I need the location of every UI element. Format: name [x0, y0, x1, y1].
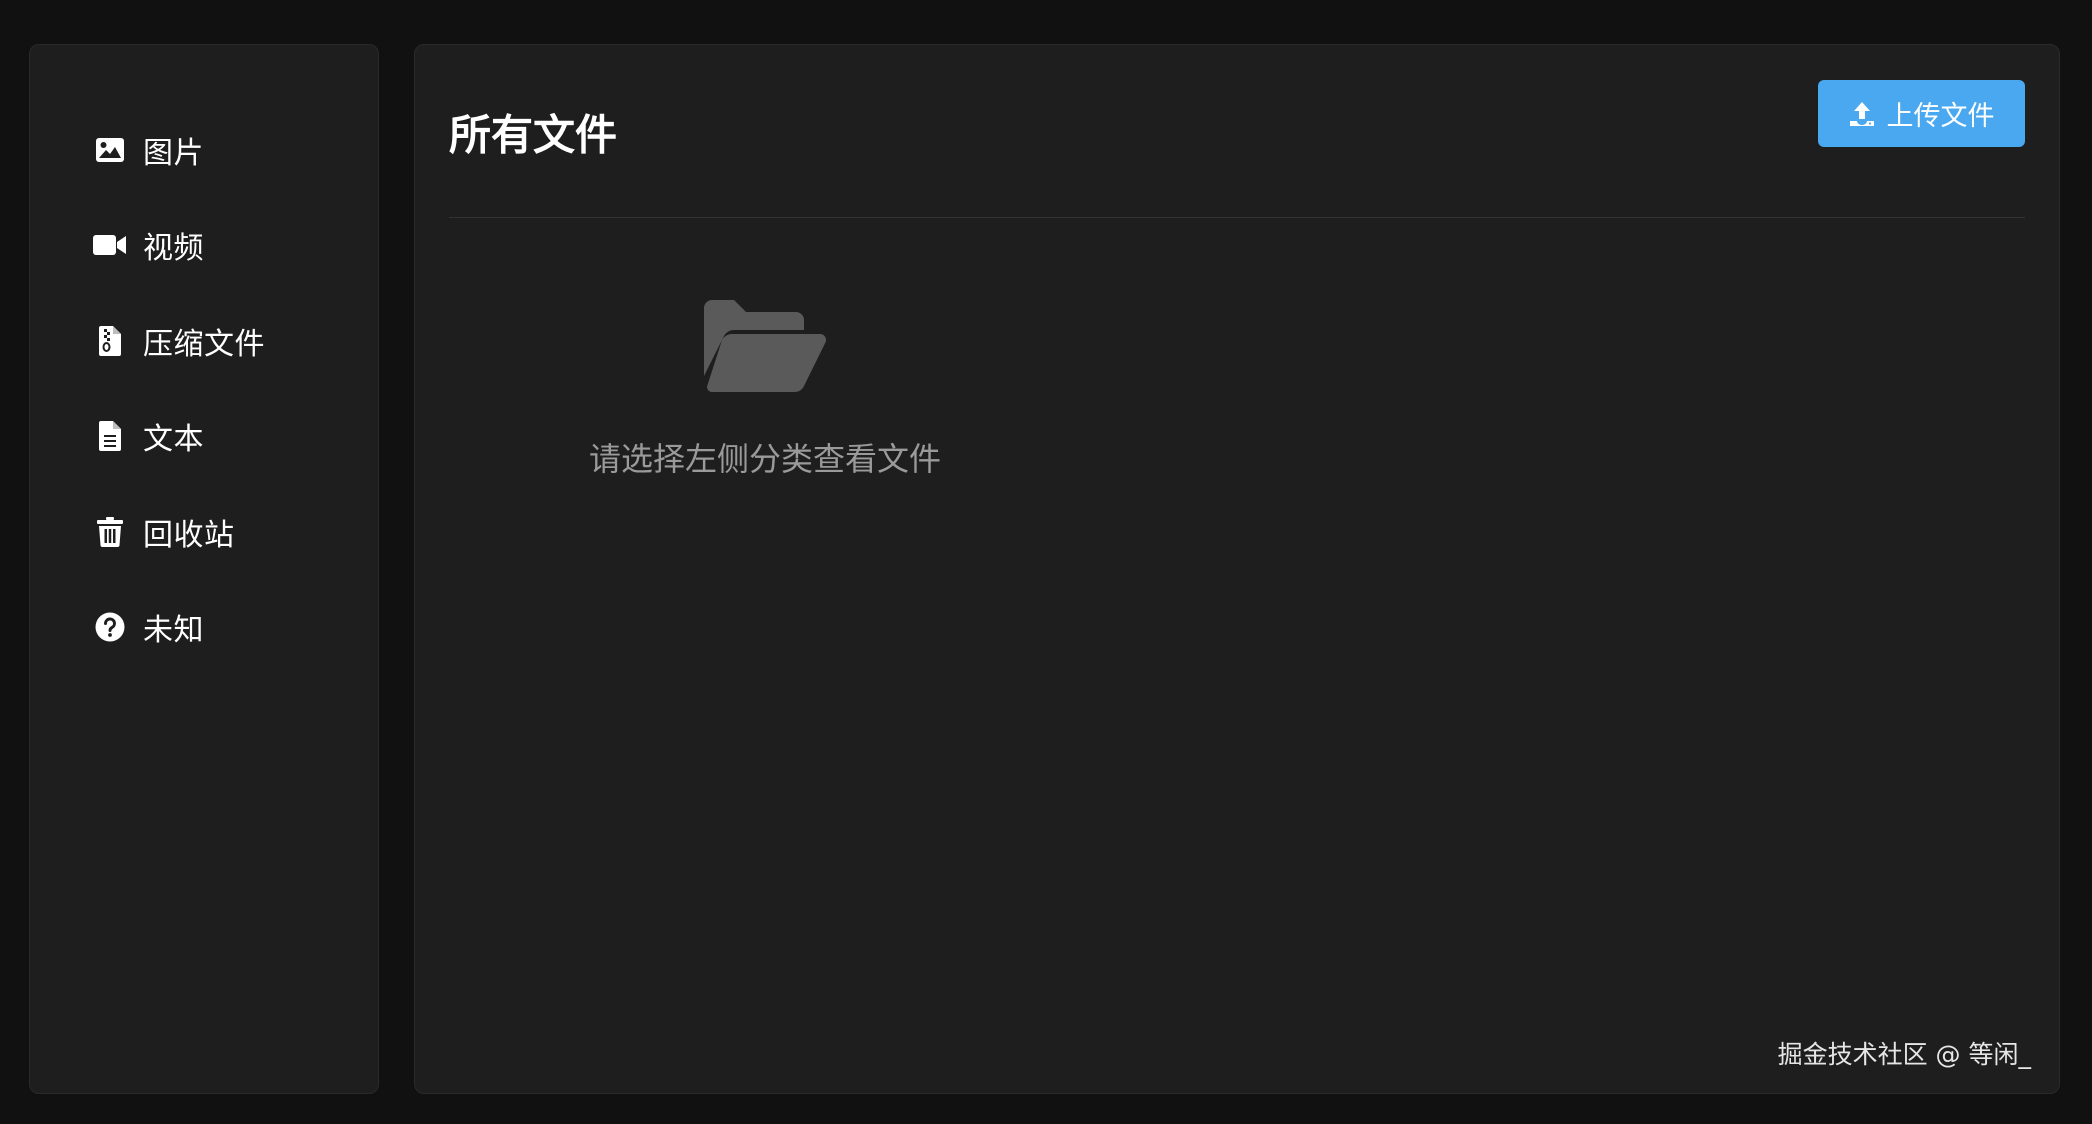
image-icon [93, 133, 127, 167]
upload-button[interactable]: 上传文件 [1818, 80, 2025, 147]
upload-icon [1849, 101, 1875, 127]
sidebar: 图片 视频 压缩文件 文本 回收站 未知 [29, 44, 379, 1094]
empty-state: 请选择左侧分类查看文件 [515, 300, 1015, 480]
sidebar-item-label: 视频 [143, 231, 204, 267]
sidebar-item-label: 文本 [143, 422, 204, 458]
empty-state-message: 请选择左侧分类查看文件 [588, 440, 941, 478]
main-header: 所有文件 上传文件 [449, 80, 2025, 218]
page-title: 所有文件 [449, 110, 618, 160]
folder-open-icon [704, 300, 826, 392]
sidebar-item-trash[interactable]: 回收站 [30, 484, 378, 580]
sidebar-item-images[interactable]: 图片 [30, 102, 378, 198]
video-icon [93, 228, 127, 262]
question-circle-icon [93, 610, 127, 644]
upload-button-label: 上传文件 [1886, 101, 1995, 132]
zip-file-icon [93, 324, 127, 358]
sidebar-item-videos[interactable]: 视频 [30, 198, 378, 294]
sidebar-item-label: 图片 [143, 135, 204, 171]
sidebar-item-archives[interactable]: 压缩文件 [30, 293, 378, 389]
sidebar-item-text[interactable]: 文本 [30, 389, 378, 485]
sidebar-item-label: 回收站 [143, 517, 235, 553]
watermark: 掘金技术社区 @ 等闲_ [1777, 1040, 2031, 1069]
sidebar-item-label: 未知 [143, 613, 204, 649]
sidebar-item-label: 压缩文件 [143, 326, 265, 362]
main-panel: 所有文件 上传文件 请选择左侧分类查看文件 掘金技术社区 @ 等闲_ [414, 44, 2060, 1094]
trash-icon [93, 515, 127, 549]
text-file-icon [93, 419, 127, 453]
sidebar-item-unknown[interactable]: 未知 [30, 580, 378, 676]
